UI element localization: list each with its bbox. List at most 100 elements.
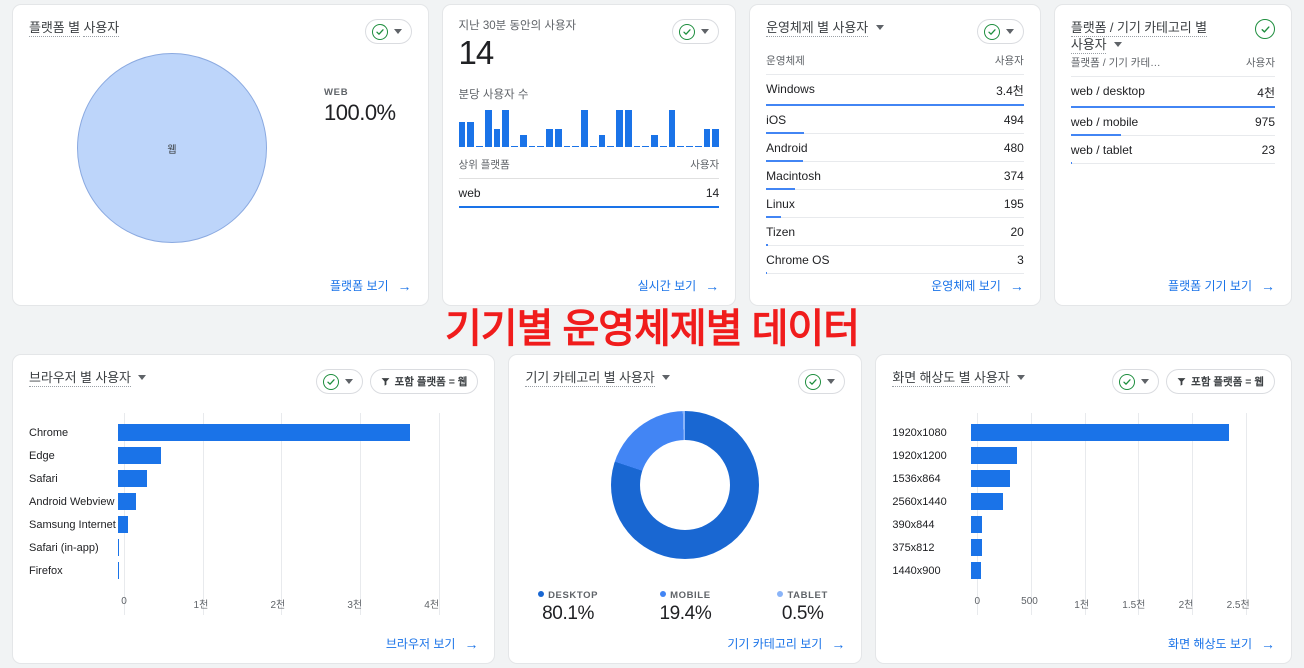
bar[interactable]: [971, 424, 1229, 441]
card-title-platform-device[interactable]: 플랫폼 / 기기 카테고리 별 사용자: [1070, 19, 1207, 54]
legend-value: 19.4%: [659, 603, 712, 624]
table-row[interactable]: Linux 195: [766, 190, 1024, 218]
bar[interactable]: [118, 447, 162, 464]
bar-category-label: Samsung Internet: [29, 518, 116, 531]
table-row[interactable]: Macintosh 374: [766, 162, 1024, 190]
link-label: 화면 해상도 보기: [1168, 637, 1252, 651]
x-axis-tick-label: 2.5천: [1226, 600, 1250, 611]
header-controls: [672, 19, 720, 44]
row-dimension: Linux: [766, 197, 795, 211]
bar-row[interactable]: 1920x1200: [892, 444, 1275, 467]
pie-chart[interactable]: 웹: [77, 53, 267, 243]
card-title-os-users[interactable]: 운영체제 별 사용자: [766, 19, 884, 37]
sparkline-bar: [694, 145, 702, 147]
card-title-main: 플랫폼 별: [29, 20, 80, 37]
sparkline-bar: [642, 145, 650, 147]
link-view-realtime[interactable]: 실시간 보기 →: [638, 277, 720, 294]
card-users-by-platform: 플랫폼 별 사용자 웹 WEB 100.0% 플랫폼 보기 →: [12, 4, 429, 306]
bar-row[interactable]: Firefox: [29, 559, 478, 582]
bar-row[interactable]: 1920x1080: [892, 421, 1275, 444]
bar[interactable]: [118, 516, 129, 533]
chart-rows: Chrome Edge Safari Android Webview Samsung I…: [29, 421, 478, 582]
card-title-browser-users[interactable]: 브라우저 별 사용자: [29, 369, 147, 387]
pie-slice-label: 웹: [167, 144, 177, 156]
bar-row[interactable]: Edge: [29, 444, 478, 467]
data-quality-pill[interactable]: [364, 19, 412, 44]
bar[interactable]: [118, 493, 137, 510]
x-axis-tick-label: 0: [974, 596, 981, 607]
bar-row[interactable]: Safari (in-app): [29, 536, 478, 559]
chevron-down-icon: [662, 375, 671, 380]
table-row[interactable]: Android 480: [766, 134, 1024, 162]
card-header: 브라우저 별 사용자 포함 플랫폼 = 웹: [29, 369, 479, 395]
bar-row[interactable]: 1536x864: [892, 467, 1275, 490]
bar-row[interactable]: 2560x1440: [892, 490, 1275, 513]
col-users: 사용자: [690, 159, 720, 171]
bar-row[interactable]: Chrome: [29, 421, 478, 444]
bar[interactable]: [971, 493, 1004, 510]
realtime-active-users: 14: [458, 34, 495, 71]
browser-bar-chart[interactable]: Chrome Edge Safari Android Webview Samsung I…: [29, 407, 478, 653]
filter-chip-platform[interactable]: 포함 플랫폼 = 웹: [1166, 369, 1275, 394]
link-view-screen-resolutions[interactable]: 화면 해상도 보기 →: [1168, 635, 1275, 652]
chevron-down-icon: [875, 25, 884, 30]
link-view-os[interactable]: 운영체제 보기 →: [931, 277, 1024, 294]
link-view-platform-devices[interactable]: 플랫폼 기기 보기 →: [1168, 277, 1275, 294]
users-per-minute-sparkline[interactable]: [458, 110, 720, 147]
link-view-device-categories[interactable]: 기기 카테고리 보기 →: [727, 635, 845, 652]
bar[interactable]: [971, 470, 1011, 487]
bar-row[interactable]: Samsung Internet: [29, 513, 478, 536]
bar-category-label: Safari: [29, 472, 58, 485]
bar-row[interactable]: Android Webview: [29, 490, 478, 513]
realtime-subtitle: 지난 30분 동안의 사용자: [458, 20, 577, 32]
data-quality-pill[interactable]: [798, 369, 846, 394]
link-view-browsers[interactable]: 브라우저 보기 →: [386, 635, 479, 652]
bar-row[interactable]: Safari: [29, 467, 478, 490]
bar-row[interactable]: 390x844: [892, 513, 1275, 536]
data-quality-pill[interactable]: [315, 369, 363, 394]
card-title-platform-users[interactable]: 플랫폼 별 사용자: [29, 19, 119, 37]
table-row[interactable]: web 14: [458, 179, 720, 208]
bar[interactable]: [971, 516, 983, 533]
data-quality-pill[interactable]: [672, 19, 720, 44]
table-row[interactable]: web / mobile 975: [1070, 108, 1275, 136]
filter-chip-label: 포함 플랫폼 = 웹: [394, 376, 468, 388]
row-dimension: Tizen: [766, 225, 796, 239]
legend-label: TABLET: [787, 590, 828, 601]
bar[interactable]: [118, 424, 411, 441]
data-quality-pill[interactable]: [976, 19, 1024, 44]
legend-item[interactable]: TABLET 0.5%: [764, 590, 842, 625]
bar[interactable]: [118, 539, 120, 556]
bar-category-label: Chrome: [29, 426, 69, 439]
table-row[interactable]: iOS 494: [766, 106, 1024, 134]
screen-resolution-bar-chart[interactable]: 1920x1080 1920x1200 1536x864 2560x1440 390x8…: [892, 407, 1275, 653]
bar-category-label: Android Webview: [29, 495, 115, 508]
card-users-by-device-category: 기기 카테고리 별 사용자 DESKTOP 80.1% MOBILE 19.4%…: [508, 354, 863, 664]
table-row[interactable]: web / desktop 4천: [1070, 77, 1275, 108]
bar-track: [118, 490, 478, 513]
bar[interactable]: [971, 562, 982, 579]
bar[interactable]: [971, 539, 982, 556]
filter-chip-platform[interactable]: 포함 플랫폼 = 웹: [369, 369, 479, 394]
bar[interactable]: [118, 470, 147, 487]
bar-row[interactable]: 1440x900: [892, 559, 1275, 582]
data-quality-pill[interactable]: [1112, 369, 1160, 394]
legend-item[interactable]: DESKTOP 80.1%: [529, 590, 607, 625]
table-row[interactable]: Windows 3.4천: [766, 75, 1024, 106]
link-label: 운영체제 보기: [931, 279, 1001, 293]
table-row[interactable]: web / tablet 23: [1070, 136, 1275, 164]
table-row[interactable]: Tizen 20: [766, 218, 1024, 246]
donut-chart[interactable]: [611, 411, 760, 559]
legend-item[interactable]: MOBILE 19.4%: [646, 590, 724, 625]
data-quality-badge[interactable]: [1255, 19, 1275, 39]
card-title-screen-resolution[interactable]: 화면 해상도 별 사용자: [892, 369, 1026, 387]
card-header: 플랫폼 / 기기 카테고리 별 사용자: [1070, 19, 1275, 54]
bar[interactable]: [971, 447, 1018, 464]
bar-row[interactable]: 375x812: [892, 536, 1275, 559]
link-view-platforms[interactable]: 플랫폼 보기 →: [330, 277, 412, 294]
header-controls: [798, 369, 846, 394]
pie-legend-value: 100.0%: [324, 100, 396, 125]
card-title-device-category[interactable]: 기기 카테고리 별 사용자: [525, 369, 671, 387]
sparkline-bar: [668, 110, 676, 147]
table-row[interactable]: Chrome OS 3: [766, 246, 1024, 274]
